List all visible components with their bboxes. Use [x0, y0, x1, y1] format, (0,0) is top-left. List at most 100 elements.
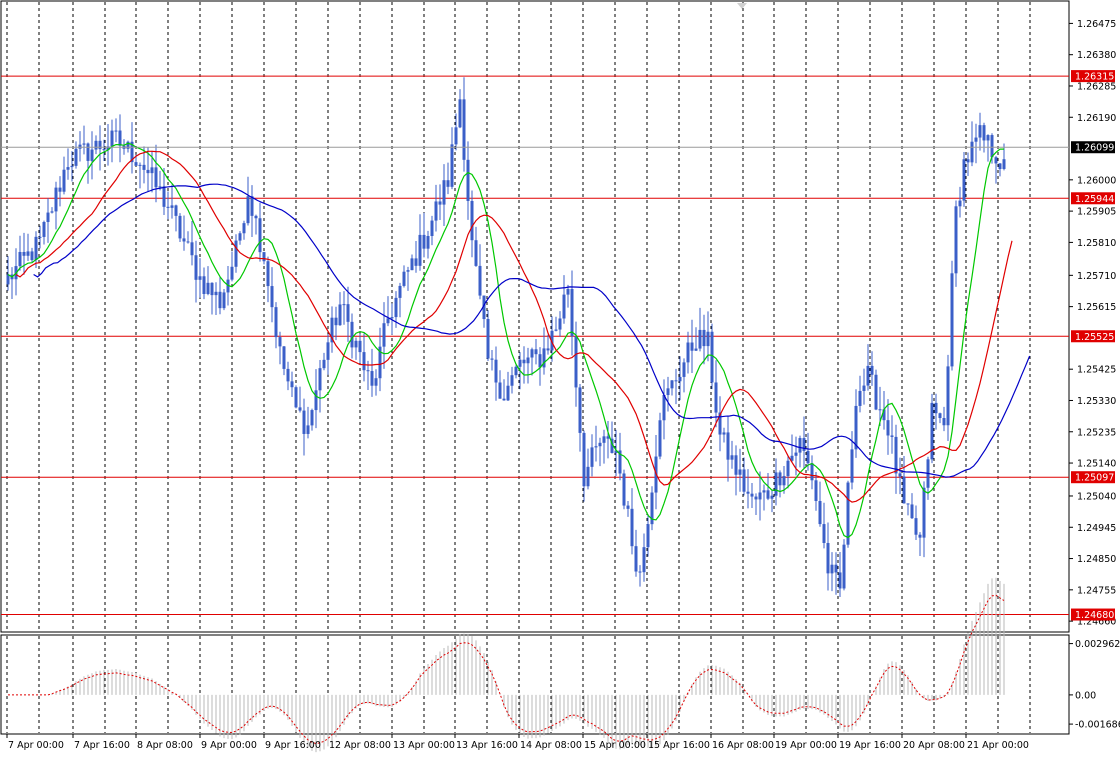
- candle-body: [782, 476, 786, 486]
- candle-body: [794, 452, 798, 456]
- candle-body: [774, 472, 778, 496]
- oscillator-axis: 0.002962 0.00 -0.001686: [1069, 639, 1120, 731]
- candle-body: [478, 265, 482, 296]
- candle-body: [702, 329, 706, 347]
- oscillator-plot-frame: [0, 634, 1070, 735]
- candle-body: [358, 340, 362, 353]
- candle-body: [190, 242, 194, 256]
- candle-body: [234, 240, 238, 267]
- candle-body: [118, 130, 122, 146]
- candle-body: [730, 455, 734, 460]
- candle-body: [278, 337, 282, 347]
- candle-body: [166, 206, 170, 208]
- level-price-label: 1.25525: [1075, 332, 1114, 343]
- candle-body: [534, 349, 538, 355]
- candle-body: [786, 460, 790, 477]
- candle-body: [634, 546, 638, 572]
- candle-body: [54, 187, 58, 212]
- candle-body: [182, 238, 186, 242]
- candle-body: [490, 358, 494, 360]
- candle-body: [902, 476, 906, 504]
- candle-body: [862, 385, 866, 391]
- candle-body: [102, 149, 106, 151]
- candle-body: [674, 380, 678, 382]
- candle-body: [866, 365, 870, 386]
- price-chart[interactable]: 1.26475 1.26380 1.26285 1.26190 1.26000 1.259…: [0, 0, 1120, 758]
- candle-body: [678, 376, 682, 382]
- candle-body: [270, 286, 274, 308]
- candle-body: [966, 159, 970, 163]
- candle-body: [586, 466, 590, 487]
- candle-body: [886, 420, 890, 436]
- price-tick-label: 1.24755: [1077, 585, 1116, 596]
- candle-body: [446, 180, 450, 187]
- candle-body: [418, 234, 422, 266]
- candle-body: [406, 270, 410, 272]
- candle-body: [70, 165, 74, 168]
- candle-body: [474, 240, 478, 266]
- candle-body: [326, 342, 330, 360]
- candle-body: [306, 425, 310, 434]
- candle-body: [554, 329, 558, 331]
- level-price-label: 1.26315: [1075, 72, 1114, 83]
- candle-body: [818, 501, 822, 525]
- candle-body: [566, 289, 570, 295]
- candle-body: [386, 318, 390, 324]
- time-tick-label: 19 Apr 00:00: [775, 740, 837, 751]
- candle-body: [254, 215, 258, 219]
- candle-body: [578, 387, 582, 433]
- candle-body: [670, 380, 674, 389]
- candle-body: [854, 405, 858, 450]
- candle-body: [138, 164, 142, 166]
- candle-body: [178, 215, 182, 239]
- chart-canvas[interactable]: 1.26475 1.26380 1.26285 1.26190 1.26000 1.259…: [0, 0, 1120, 758]
- candle-body: [318, 368, 322, 391]
- price-tick-label: 1.26000: [1077, 175, 1116, 186]
- candle-body: [298, 407, 302, 411]
- candle-body: [218, 291, 222, 309]
- candle-body: [594, 446, 598, 448]
- candle-body: [514, 366, 518, 376]
- candle-body: [294, 387, 298, 408]
- candle-body: [658, 420, 662, 457]
- candle-body: [62, 169, 66, 192]
- candle-body: [734, 455, 738, 475]
- main-plot-frame: [0, 0, 1070, 633]
- candle-body: [558, 318, 562, 330]
- candle-body: [842, 544, 846, 589]
- osc-tick-label: 0.00: [1075, 690, 1096, 701]
- candle-body: [506, 385, 510, 401]
- candle-body: [246, 196, 250, 224]
- candle-body: [982, 125, 986, 141]
- price-tick-label: 1.25425: [1077, 365, 1116, 376]
- candle-body: [366, 370, 370, 372]
- candle-body: [998, 163, 1002, 169]
- candle-body: [962, 159, 966, 201]
- candle-body: [938, 413, 942, 419]
- candle-body: [314, 390, 318, 411]
- candle-body: [810, 463, 814, 481]
- candle-body: [114, 130, 118, 132]
- candle-body: [622, 473, 626, 506]
- price-tick-label: 1.25615: [1077, 302, 1116, 313]
- candle-body: [714, 382, 718, 413]
- candle-body: [814, 480, 818, 502]
- time-tick-label: 20 Apr 08:00: [903, 740, 965, 751]
- candle-body: [646, 524, 650, 548]
- candle-body: [290, 381, 294, 388]
- candle-body: [310, 410, 314, 426]
- candle-body: [978, 125, 982, 138]
- time-tick-label: 21 Apr 00:00: [967, 740, 1029, 751]
- candle-body: [286, 368, 290, 382]
- time-tick-label: 16 Apr 08:00: [712, 740, 774, 751]
- candle-body: [970, 141, 974, 163]
- candle-body: [82, 143, 86, 145]
- candle-body: [642, 547, 646, 573]
- candle-body: [334, 317, 338, 326]
- time-tick-label: 7 Apr 00:00: [8, 740, 64, 751]
- candle-body: [362, 352, 366, 371]
- candle-body: [486, 319, 490, 359]
- candle-body: [250, 196, 254, 216]
- candle-body: [726, 432, 730, 460]
- candle-body: [722, 432, 726, 435]
